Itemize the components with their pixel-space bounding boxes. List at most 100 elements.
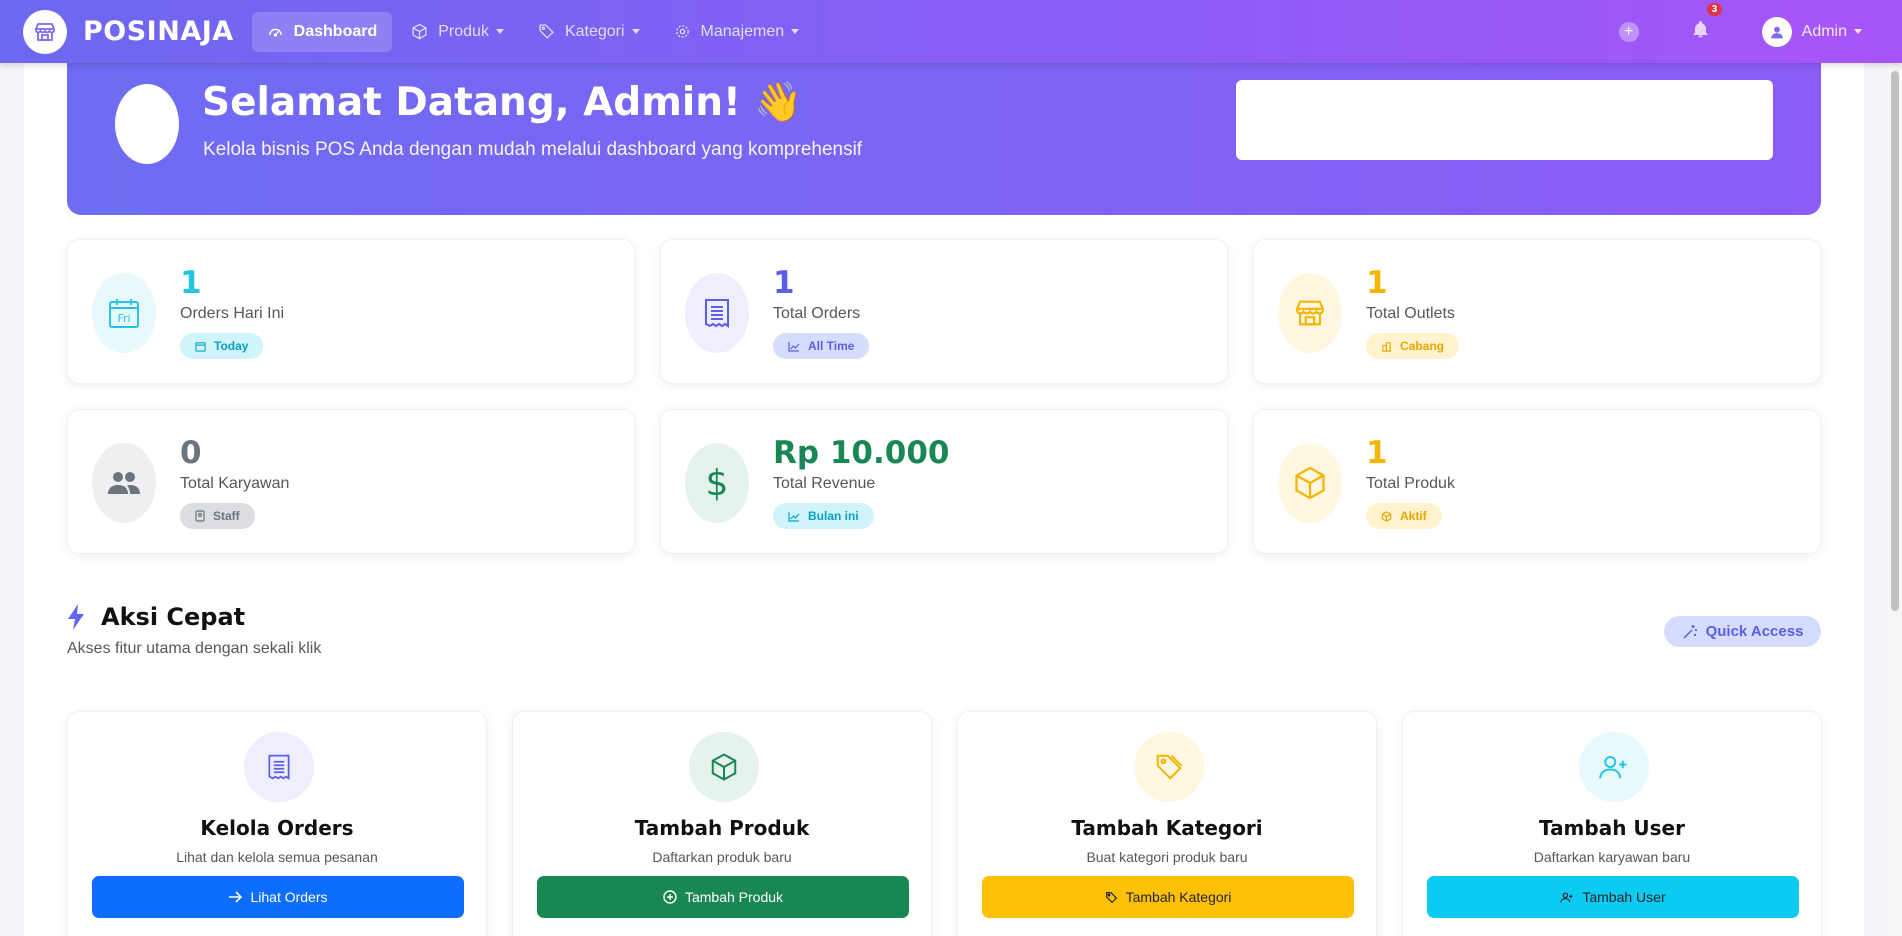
action-card-user: Tambah User Daftarkan karyawan baru Tamb… xyxy=(1402,711,1822,936)
chevron-down-icon xyxy=(791,29,800,34)
box-icon xyxy=(1278,443,1342,523)
bell-icon xyxy=(1693,20,1708,37)
svg-text:Fri: Fri xyxy=(117,312,130,325)
stat-value: 1 xyxy=(180,265,202,301)
welcome-banner: Selamat Datang, Admin! 👋 Kelola bisnis P… xyxy=(67,63,1821,215)
main-nav: Dashboard Produk Kategori Manajemen xyxy=(251,11,818,52)
magic-wand-icon xyxy=(1683,624,1697,639)
arrow-right-icon xyxy=(229,891,243,903)
scrollbar-thumb[interactable] xyxy=(1891,71,1899,611)
graph-up-icon xyxy=(788,511,800,522)
notification-button[interactable]: 3 xyxy=(1691,2,1723,45)
gear-icon xyxy=(675,25,689,38)
nav-dashboard[interactable]: Dashboard xyxy=(251,11,393,52)
stat-value: 1 xyxy=(1366,435,1388,471)
people-icon xyxy=(92,443,156,523)
action-card-produk: Tambah Produk Daftarkan produk baru Tamb… xyxy=(512,711,932,936)
action-card-kategori: Tambah Kategori Buat kategori produk bar… xyxy=(957,711,1377,936)
stat-badge: Aktif xyxy=(1366,503,1442,529)
box-icon xyxy=(689,732,759,802)
stat-label: Total Orders xyxy=(773,305,861,322)
tambah-kategori-button[interactable]: Tambah Kategori xyxy=(982,876,1354,918)
nav-produk[interactable]: Produk xyxy=(396,12,519,52)
stat-value: 1 xyxy=(773,265,795,301)
nav-produk-label: Produk xyxy=(438,22,489,40)
shop-icon xyxy=(1278,273,1342,353)
calendar-check-icon xyxy=(195,341,206,352)
lihat-orders-button[interactable]: Lihat Orders xyxy=(92,876,464,918)
graph-up-icon xyxy=(788,341,800,352)
main-content: Selamat Datang, Admin! 👋 Kelola bisnis P… xyxy=(24,63,1864,936)
tambah-produk-button[interactable]: Tambah Produk xyxy=(537,876,909,918)
navbar: POSINAJA Dashboard Produk Kategori Manaj… xyxy=(0,0,1902,63)
stat-card-total-produk: 1 Total Produk Aktif xyxy=(1253,409,1821,554)
stat-card-total-outlets: 1 Total Outlets Cabang xyxy=(1253,239,1821,384)
stat-badge: All Time xyxy=(773,333,870,359)
user-avatar-icon xyxy=(1761,16,1792,47)
welcome-subtitle: Kelola bisnis POS Anda dengan mudah mela… xyxy=(203,139,863,160)
action-title: Kelola Orders xyxy=(200,816,354,840)
person-plus-icon xyxy=(1579,732,1649,802)
stat-label: Total Revenue xyxy=(773,475,876,492)
action-subtitle: Lihat dan kelola semua pesanan xyxy=(176,849,378,865)
store-logo-icon xyxy=(23,9,67,54)
user-menu[interactable]: Admin xyxy=(1761,16,1862,47)
section-title: Aksi Cepat xyxy=(67,603,245,631)
plus-circle-icon[interactable]: + xyxy=(1618,21,1639,42)
action-card-orders: Kelola Orders Lihat dan kelola semua pes… xyxy=(67,711,487,936)
stat-card-total-orders: 1 Total Orders All Time xyxy=(660,239,1228,384)
user-name: Admin xyxy=(1801,22,1847,40)
welcome-title: Selamat Datang, Admin! 👋 xyxy=(202,80,803,125)
action-subtitle: Buat kategori produk baru xyxy=(1086,849,1248,865)
dollar-icon: $ xyxy=(685,443,749,523)
hero-info-box xyxy=(1236,80,1773,160)
calendar-icon: Fri xyxy=(92,273,156,353)
chevron-down-icon xyxy=(1854,29,1862,34)
person-badge-icon xyxy=(195,510,205,522)
box-icon xyxy=(412,23,427,40)
receipt-icon xyxy=(685,273,749,353)
tag-icon xyxy=(1105,891,1117,903)
chevron-down-icon xyxy=(495,29,504,34)
quick-access-button[interactable]: Quick Access xyxy=(1664,616,1821,647)
nav-dashboard-label: Dashboard xyxy=(293,22,378,40)
action-title: Tambah Kategori xyxy=(1071,816,1263,840)
navbar-right: + 3 Admin xyxy=(1618,0,1902,63)
stat-card-total-revenue: $ Rp 10.000 Total Revenue Bulan ini xyxy=(660,409,1228,554)
tambah-user-button[interactable]: Tambah User xyxy=(1427,876,1799,918)
page-scrollbar[interactable] xyxy=(1888,63,1902,936)
nav-kategori[interactable]: Kategori xyxy=(523,12,655,52)
chevron-down-icon xyxy=(631,29,640,34)
box-icon xyxy=(1381,510,1392,522)
action-subtitle: Daftarkan karyawan baru xyxy=(1533,849,1691,865)
stat-badge: Bulan ini xyxy=(773,503,874,529)
hero-avatar xyxy=(115,84,179,164)
stat-value: 1 xyxy=(1366,265,1388,301)
tags-icon xyxy=(1134,732,1204,802)
building-icon xyxy=(1381,341,1392,352)
tag-icon xyxy=(539,24,554,39)
stat-card-orders-today: Fri 1 Orders Hari Ini Today xyxy=(67,239,635,384)
stat-label: Total Produk xyxy=(1366,475,1455,492)
stat-badge: Staff xyxy=(180,503,255,529)
brand-name: POSINAJA xyxy=(83,16,234,47)
person-plus-icon xyxy=(1560,892,1573,902)
stat-label: Total Karyawan xyxy=(180,475,290,492)
stat-value: 0 xyxy=(180,435,202,471)
action-subtitle: Daftarkan produk baru xyxy=(652,849,792,865)
brand[interactable]: POSINAJA xyxy=(23,9,234,54)
stat-badge: Cabang xyxy=(1366,333,1460,359)
action-title: Tambah User xyxy=(1539,816,1685,840)
nav-kategori-label: Kategori xyxy=(564,22,625,40)
stat-label: Total Outlets xyxy=(1366,305,1455,322)
notification-badge: 3 xyxy=(1706,2,1723,16)
section-subtitle: Akses fitur utama dengan sekali klik xyxy=(67,640,322,657)
nav-manajemen[interactable]: Manajemen xyxy=(659,12,815,52)
speedometer-icon xyxy=(268,28,282,37)
stat-label: Orders Hari Ini xyxy=(180,305,285,322)
stat-card-total-karyawan: 0 Total Karyawan Staff xyxy=(67,409,635,554)
receipt-icon xyxy=(244,732,314,802)
stat-badge: Today xyxy=(180,333,264,359)
action-title: Tambah Produk xyxy=(634,816,810,840)
nav-manajemen-label: Manajemen xyxy=(700,22,785,40)
